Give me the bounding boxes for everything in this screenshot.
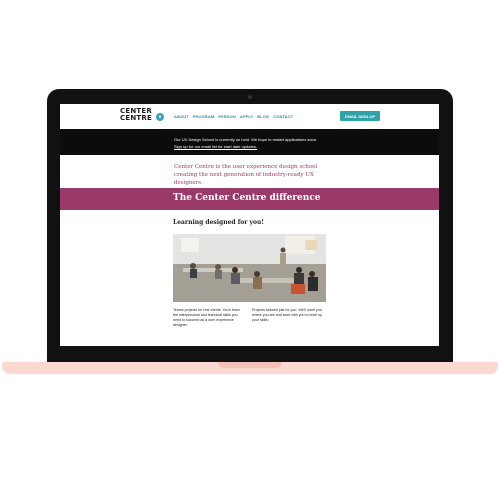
camera-icon (248, 95, 252, 99)
band-title: The Center Centre difference (173, 193, 321, 203)
laptop-notch (218, 362, 282, 368)
caption-tailored-projects: Projects tailored just for you. We'll me… (252, 308, 322, 322)
nav-link-blog[interactable]: BLOG (257, 114, 269, 119)
classroom-photo-illustration (173, 234, 326, 302)
announcement-text: Our UX Design School is currently on hol… (174, 137, 318, 142)
section-title: Learning designed for you! (173, 219, 265, 226)
email-signup-button[interactable]: EMAIL SIGN-UP (340, 111, 380, 121)
difference-band: The Center Centre difference (60, 188, 439, 210)
caption-team-projects: Teams projects for real clients. You'll … (173, 308, 240, 327)
nav-link-apply[interactable]: APPLY (240, 114, 253, 119)
tagline: Center Centre is the user experience des… (174, 164, 318, 186)
laptop-screen: CENTER CENTRE ● ABOUT PROGRAM PERSON APP… (60, 104, 439, 346)
logo-badge-icon: ● (156, 113, 164, 121)
nav-link-contact[interactable]: CONTACT (273, 114, 293, 119)
announcement-link[interactable]: Sign up for our email list for start dat… (174, 144, 257, 149)
announcement-banner: Our UX Design School is currently on hol… (60, 129, 439, 155)
site-header: CENTER CENTRE ● ABOUT PROGRAM PERSON APP… (60, 104, 439, 128)
logo-line2: CENTRE (120, 114, 152, 122)
nav-link-program[interactable]: PROGRAM (193, 114, 215, 119)
classroom-photo (173, 234, 326, 302)
main-nav: ABOUT PROGRAM PERSON APPLY BLOG CONTACT (174, 114, 293, 119)
nav-link-person[interactable]: PERSON (218, 114, 236, 119)
nav-link-about[interactable]: ABOUT (174, 114, 189, 119)
site-logo[interactable]: CENTER CENTRE (120, 108, 152, 122)
